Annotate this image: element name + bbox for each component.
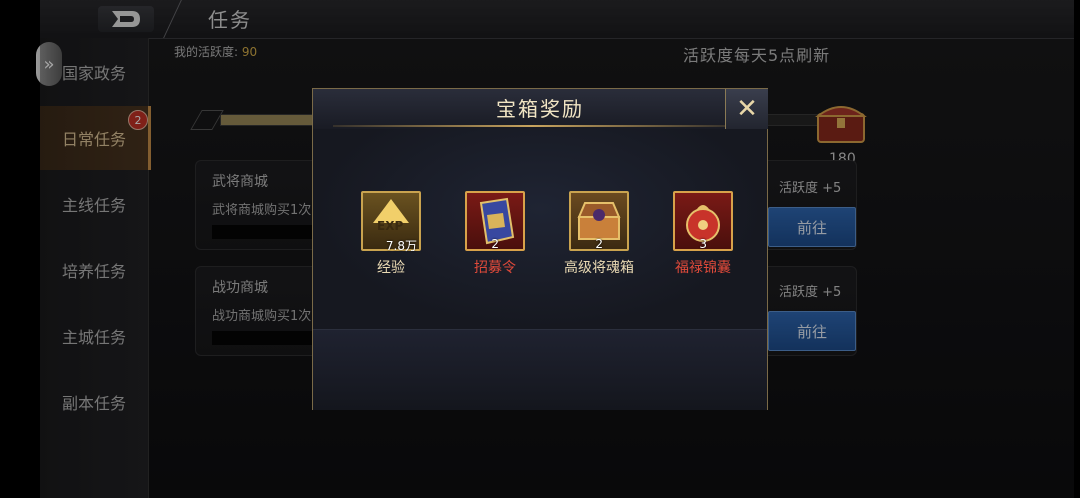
reward-count: 2 <box>491 237 499 251</box>
reward-count: 3 <box>699 237 707 251</box>
header-divider <box>333 125 731 127</box>
game-screen: 任务 国家政务 日常任务 2 主线任务 培养任务 主城任务 副本任务 » 我的活… <box>0 0 1080 498</box>
close-icon: ✕ <box>736 94 758 124</box>
soul-chest-icon: 2 <box>569 191 629 251</box>
exp-label: EXP <box>377 219 404 233</box>
chest-reward-dialog: 宝箱奖励 ✕ EXP 7.8万 经验 2 招募令 2 高级将魂箱 3 福禄锦囊 <box>312 88 768 410</box>
reward-count: 2 <box>595 237 603 251</box>
reward-item[interactable]: 3 福禄锦囊 <box>653 191 753 281</box>
reward-name: 福禄锦囊 <box>675 260 731 276</box>
fortune-pouch-icon: 3 <box>673 191 733 251</box>
reward-item[interactable]: 2 招募令 <box>445 191 545 281</box>
screen-edge-right <box>1074 0 1080 498</box>
reward-list: EXP 7.8万 经验 2 招募令 2 高级将魂箱 3 福禄锦囊 <box>313 129 767 329</box>
reward-name: 高级将魂箱 <box>564 260 634 276</box>
screen-edge-left <box>0 0 40 498</box>
reward-item[interactable]: 2 高级将魂箱 <box>549 191 649 281</box>
reward-name: 招募令 <box>474 260 516 276</box>
reward-count: 7.8万 <box>385 239 417 253</box>
dialog-title: 宝箱奖励 <box>496 97 584 121</box>
close-button[interactable]: ✕ <box>725 89 768 129</box>
exp-icon: EXP 7.8万 <box>361 191 421 253</box>
recruit-order-icon: 2 <box>465 191 525 251</box>
reward-item[interactable]: EXP 7.8万 经验 <box>341 191 441 281</box>
dialog-footer <box>313 329 767 410</box>
reward-name: 经验 <box>377 260 405 276</box>
dialog-header: 宝箱奖励 ✕ <box>313 89 768 129</box>
